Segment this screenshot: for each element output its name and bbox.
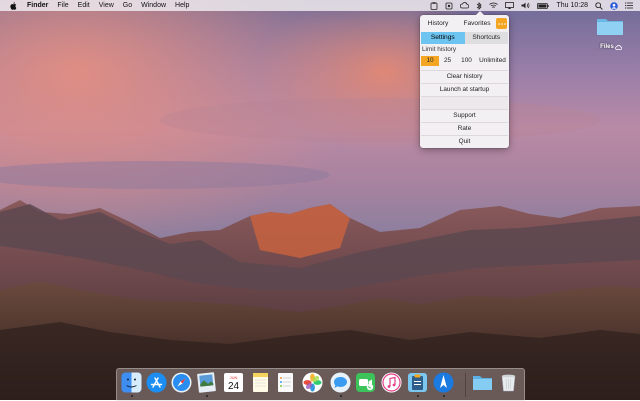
support-button[interactable]: Support (421, 109, 508, 121)
calendar-day: 24 (228, 381, 240, 392)
settings-shortcuts-segmented-control: Settings Shortcuts (421, 32, 508, 44)
files-folder-name: Files (600, 44, 614, 50)
wifi-icon[interactable] (489, 2, 499, 9)
limit-option-10[interactable]: 10 (421, 56, 439, 66)
photos-icon[interactable] (302, 372, 323, 393)
messages-running-indicator (339, 395, 342, 397)
menu-window[interactable]: Window (141, 0, 166, 11)
limit-option-unlimited[interactable]: Unlimited (477, 56, 508, 66)
files-folder-label[interactable]: Files (592, 44, 630, 50)
files-folder-icon[interactable] (596, 16, 624, 36)
clipboard-app-icon[interactable] (407, 372, 428, 393)
safari-icon[interactable] (171, 372, 192, 393)
clipboard-popover: History Favorites Settings Shortcuts Lim… (420, 11, 509, 148)
tab-history[interactable]: History (423, 17, 453, 30)
menu-clock[interactable]: Thu 10:28 (556, 0, 588, 11)
menu-spacer (421, 96, 508, 109)
share-status-icon[interactable] (445, 2, 453, 10)
notes-icon[interactable] (250, 372, 271, 393)
desktop-wallpaper (0, 0, 640, 400)
limit-option-100[interactable]: 100 (456, 56, 477, 66)
cloud-status-icon[interactable] (460, 2, 470, 9)
launchpad-running-indicator (442, 395, 445, 397)
menu-view[interactable]: View (99, 0, 114, 11)
menu-go[interactable]: Go (123, 0, 132, 11)
messages-icon[interactable] (330, 372, 351, 393)
menu-app-name[interactable]: Finder (27, 0, 48, 11)
notification-center-icon[interactable] (625, 2, 633, 9)
menu-help[interactable]: Help (175, 0, 189, 11)
segment-settings[interactable]: Settings (421, 32, 465, 44)
dock-separator (465, 373, 466, 397)
more-options-button[interactable] (496, 18, 507, 29)
ellipsis-icon (497, 22, 506, 25)
clipboard-app-running-indicator (416, 395, 419, 397)
spotlight-search-icon[interactable] (595, 1, 603, 10)
limit-history-label: Limit history (422, 46, 457, 53)
limit-option-25[interactable]: 25 (439, 56, 456, 66)
preview-running-indicator (205, 395, 208, 397)
launchpad-icon[interactable] (433, 372, 454, 393)
rate-button[interactable]: Rate (421, 122, 508, 134)
clipboard-status-icon[interactable] (430, 1, 438, 10)
preview-icon[interactable] (196, 372, 217, 393)
menu-edit[interactable]: Edit (78, 0, 90, 11)
user-avatar-icon[interactable] (610, 1, 618, 10)
menu-bar: Finder File Edit View Go Window Help Thu… (0, 0, 640, 11)
quit-button[interactable]: Quit (421, 135, 508, 147)
itunes-icon[interactable] (381, 372, 402, 393)
airplay-icon[interactable] (505, 2, 515, 9)
status-area: Thu 10:28 (430, 0, 640, 11)
segment-shortcuts[interactable]: Shortcuts (464, 32, 508, 44)
tab-favorites[interactable]: Favorites (460, 17, 494, 30)
calendar-icon[interactable]: JUN 24 (223, 372, 244, 393)
clear-history-button[interactable]: Clear history (421, 70, 508, 82)
icloud-icon (615, 44, 622, 50)
downloads-folder-icon[interactable] (472, 372, 493, 393)
apple-icon[interactable] (10, 1, 17, 10)
facetime-icon[interactable] (355, 372, 376, 393)
menu-file[interactable]: File (57, 0, 68, 11)
trash-icon[interactable] (498, 372, 519, 393)
finder-running-indicator (130, 395, 133, 397)
reminders-icon[interactable] (275, 372, 296, 393)
battery-icon[interactable] (537, 2, 550, 9)
app-store-icon[interactable] (146, 372, 167, 393)
bluetooth-icon[interactable] (476, 1, 483, 10)
volume-icon[interactable] (521, 2, 530, 9)
launch-at-startup-toggle[interactable]: Launch at startup (421, 83, 508, 95)
limit-history-options: 10 25 100 Unlimited (421, 56, 508, 66)
calendar-month: JUN (230, 375, 238, 380)
finder-icon[interactable] (121, 372, 142, 393)
dock: JUN 24 (116, 368, 525, 401)
